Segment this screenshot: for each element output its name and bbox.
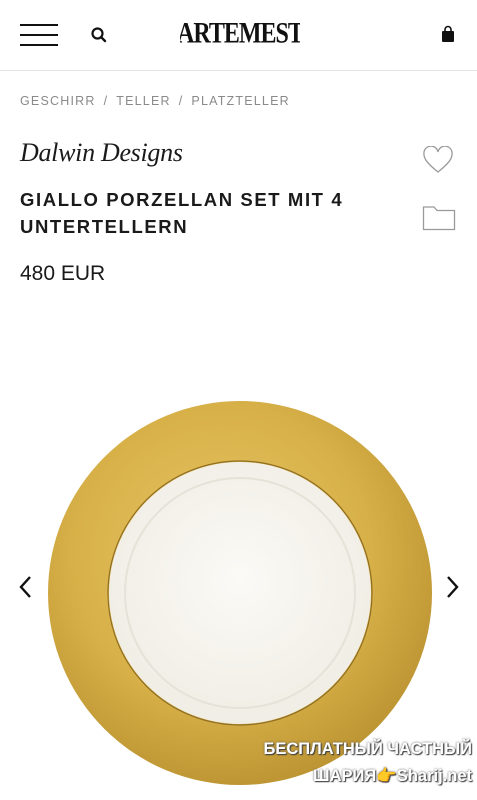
breadcrumb-item-teller[interactable]: TELLER (116, 94, 170, 108)
plate-center (109, 462, 371, 724)
watermark-line-2: ШАРИЯ👉Sharij.net (313, 767, 472, 785)
product-price: 480 EUR (20, 262, 106, 285)
product-brand[interactable]: Dalwin Designs (20, 138, 183, 168)
watermark: БЕСПЛАТНЫЙ ЧАСТНЫЙ ШАРИЯ👉Sharij.net (240, 736, 472, 790)
artemest-logo[interactable]: ARTEMEST (180, 8, 300, 60)
site-header: ARTEMEST (0, 0, 477, 71)
search-icon[interactable] (90, 26, 108, 44)
shopping-bag-icon[interactable] (440, 25, 456, 43)
product-title: GIALLO PORZELLAN SET MIT 4 UNTERTELLERN (20, 189, 344, 237)
folder-icon[interactable] (422, 203, 456, 231)
chevron-right-icon[interactable] (442, 574, 462, 600)
hamburger-menu-icon[interactable] (20, 24, 58, 46)
heart-icon[interactable] (422, 146, 454, 174)
breadcrumb: GESCHIRR / TELLER / PLATZTELLER (20, 94, 290, 108)
breadcrumb-separator: / (103, 94, 109, 108)
breadcrumb-separator: / (178, 94, 184, 108)
breadcrumb-item-geschirr[interactable]: GESCHIRR (20, 94, 96, 108)
chevron-left-icon[interactable] (16, 574, 36, 600)
watermark-line-1: БЕСПЛАТНЫЙ ЧАСТНЫЙ (263, 740, 472, 758)
logo-text: ARTEMEST (180, 16, 300, 49)
breadcrumb-item-platzteller[interactable]: PLATZTELLER (191, 94, 289, 108)
